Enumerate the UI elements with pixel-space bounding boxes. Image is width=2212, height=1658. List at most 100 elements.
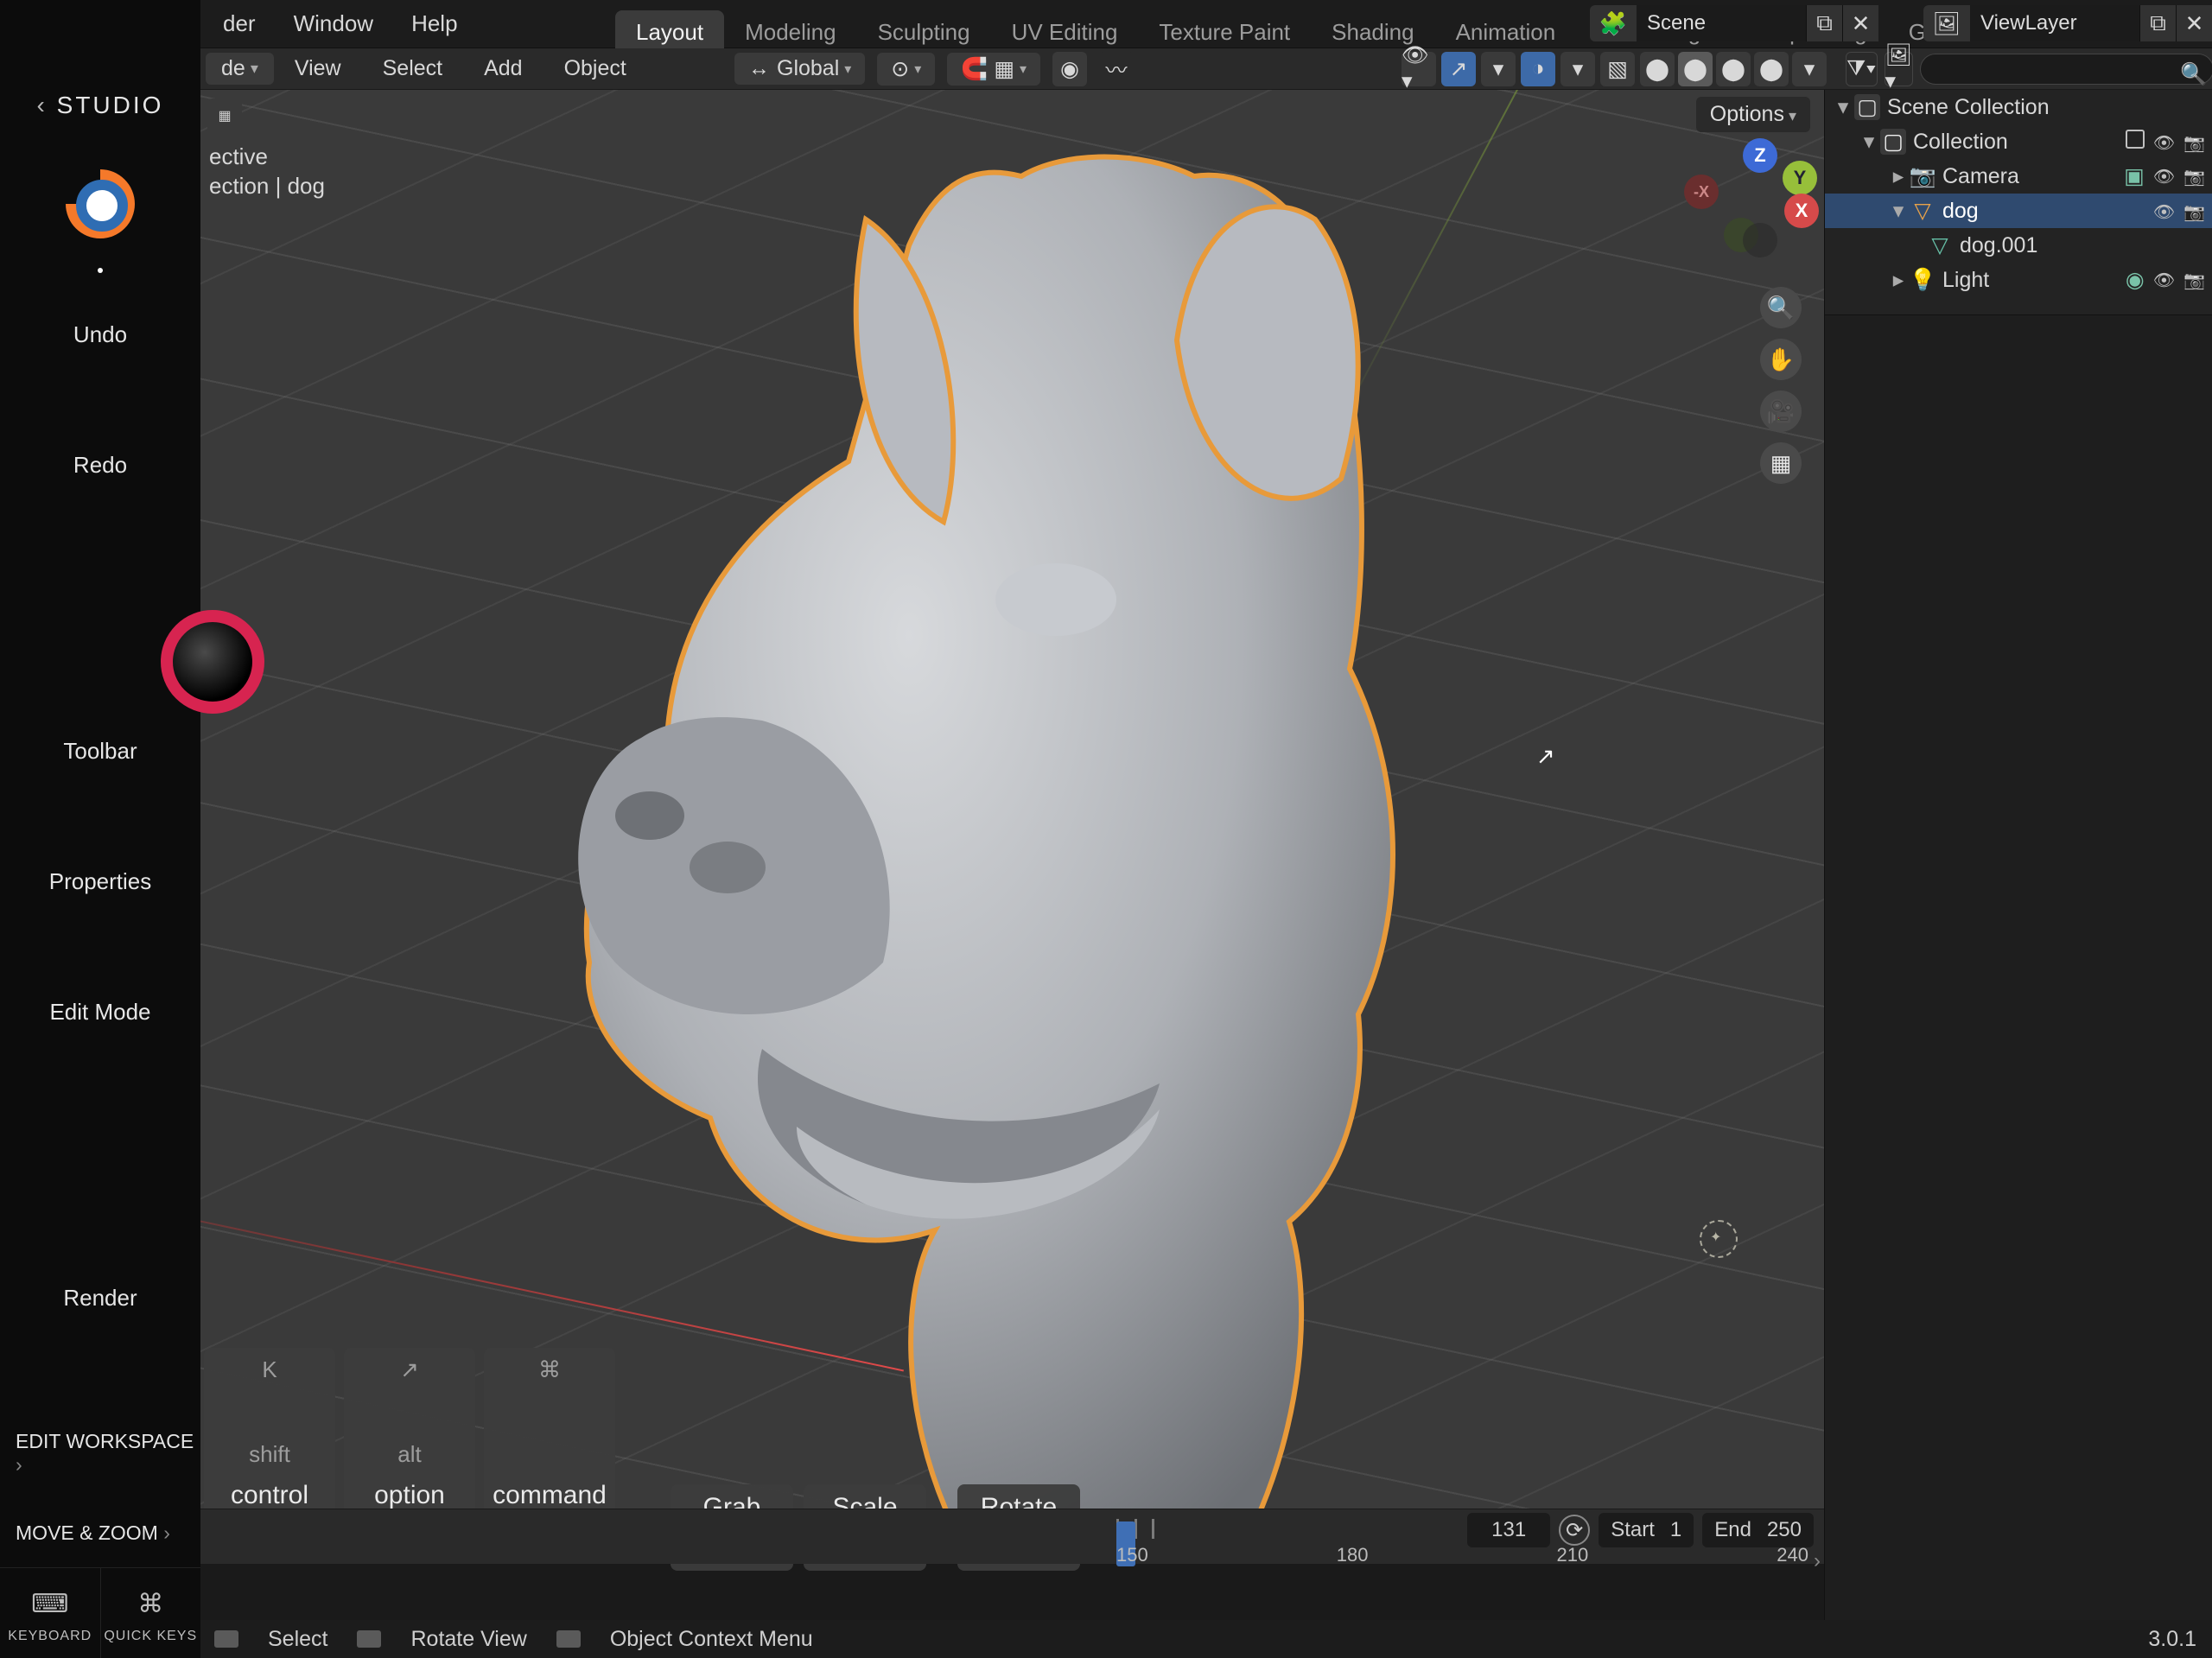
- outliner-collection[interactable]: ▾▢ Collection: [1825, 124, 2212, 159]
- menu-window[interactable]: Window: [275, 10, 392, 37]
- gizmo-dropdown-icon[interactable]: ▾: [1481, 52, 1516, 86]
- menu-der[interactable]: der: [204, 10, 275, 37]
- render-icon[interactable]: [2183, 163, 2205, 189]
- render-icon[interactable]: [2183, 267, 2205, 293]
- outliner-dog001[interactable]: ▽ dog.001: [1825, 228, 2212, 263]
- gizmo-neg-x-axis[interactable]: -X: [1684, 175, 1719, 209]
- hide-icon[interactable]: [2153, 199, 2175, 224]
- ortho-icon[interactable]: ▦: [1760, 442, 1802, 484]
- autokey-icon[interactable]: ⟳: [1559, 1515, 1590, 1546]
- start-frame[interactable]: Start1: [1599, 1513, 1694, 1547]
- render-icon[interactable]: [2183, 130, 2205, 155]
- orientation-dropdown[interactable]: ↔ Global: [734, 53, 865, 85]
- current-frame[interactable]: 131: [1467, 1513, 1550, 1547]
- scene-collection-icon: ▢: [1854, 94, 1880, 120]
- hide-icon[interactable]: [2153, 163, 2175, 189]
- move-zoom-link[interactable]: MOVE & ZOOM: [0, 1499, 200, 1567]
- sidebar-properties[interactable]: Properties: [49, 868, 152, 895]
- outliner-filter-icon[interactable]: ⧩▾: [1846, 52, 1878, 86]
- mesh-obj-icon: ▽: [1910, 198, 1936, 224]
- sidebar-undo[interactable]: Undo: [73, 321, 127, 348]
- proportional-curve-icon[interactable]: 〰: [1099, 52, 1134, 86]
- outliner-dog[interactable]: ▾▽ dog: [1825, 194, 2212, 228]
- viewlayer-browse-icon[interactable]: 🖼: [1923, 5, 1970, 41]
- editor-type-icon[interactable]: ▦: [207, 98, 242, 133]
- status-select: Select: [268, 1627, 327, 1652]
- gizmo-x-axis[interactable]: X: [1784, 194, 1819, 228]
- xray-icon[interactable]: ▧: [1600, 52, 1635, 86]
- outliner-scene-collection[interactable]: ▾▢ Scene Collection: [1825, 90, 2212, 124]
- dog-mesh-preview[interactable]: [537, 116, 1505, 1509]
- pivot-dropdown[interactable]: ⊙: [877, 53, 935, 86]
- keyboard-toggle[interactable]: ⌨KEYBOARD: [0, 1568, 101, 1658]
- gizmo-toggle-icon[interactable]: ↗: [1441, 52, 1476, 86]
- snap-dropdown[interactable]: 🧲 ▦: [947, 53, 1040, 86]
- outliner-light[interactable]: ▸💡 Light ◉: [1825, 263, 2212, 297]
- matprev-shading-icon[interactable]: ⬤: [1716, 52, 1751, 86]
- properties-panel[interactable]: [1825, 314, 2212, 1620]
- viewlayer-selector: 🖼 ⧉✕: [1923, 5, 2212, 41]
- search-icon: 🔍: [2180, 62, 2207, 87]
- render-icon[interactable]: [2183, 199, 2205, 224]
- exclude-checkbox[interactable]: [2126, 130, 2145, 149]
- menu-view[interactable]: View: [274, 56, 362, 81]
- quickkeys-toggle[interactable]: ⌘QUICK KEYS: [101, 1568, 201, 1658]
- hide-icon[interactable]: [2153, 267, 2175, 293]
- end-frame[interactable]: End250: [1702, 1513, 1814, 1547]
- outliner-display-icon[interactable]: 🖼▾: [1885, 52, 1914, 86]
- viewlayer-new-icon[interactable]: ⧉: [2139, 5, 2176, 41]
- gizmo-z-axis[interactable]: Z: [1743, 138, 1777, 173]
- menu-add[interactable]: Add: [463, 56, 543, 81]
- viewlayer-delete-icon[interactable]: ✕: [2176, 5, 2212, 41]
- menu-select[interactable]: Select: [362, 56, 463, 81]
- timeline[interactable]: 150 180 210 240 131 ⟳ Start1 End250 ›: [200, 1509, 1824, 1564]
- viewlayer-field[interactable]: [1970, 5, 2139, 41]
- light-gizmo-icon[interactable]: [1700, 1220, 1738, 1258]
- key-shift-control: K shift control: [204, 1348, 335, 1519]
- pan-icon[interactable]: ✋: [1760, 339, 1802, 380]
- sidebar-redo[interactable]: Redo: [73, 452, 127, 479]
- gizmo-neg-z-axis[interactable]: [1743, 223, 1777, 257]
- zoom-icon[interactable]: 🔍: [1760, 287, 1802, 328]
- rendered-shading-icon[interactable]: ⬤: [1754, 52, 1789, 86]
- mouse-cursor-icon: [1536, 743, 1555, 770]
- camera-data-icon: ▣: [2124, 163, 2145, 189]
- scene-browse-icon[interactable]: 🧩: [1590, 5, 1637, 41]
- edit-workspace-link[interactable]: EDIT WORKSPACE: [0, 1407, 200, 1499]
- menu-help[interactable]: Help: [392, 10, 476, 37]
- mouse-left-icon: [214, 1630, 238, 1648]
- mouse-middle-icon: [357, 1630, 381, 1648]
- shading-dropdown-icon[interactable]: ▾: [1792, 52, 1827, 86]
- menu-object[interactable]: Object: [543, 56, 647, 81]
- scene-delete-icon[interactable]: ✕: [1842, 5, 1878, 41]
- viewport-overlay-text: ective ection | dog: [209, 142, 325, 200]
- proportional-edit-icon[interactable]: ◉: [1052, 52, 1087, 86]
- scene-field[interactable]: [1637, 5, 1806, 41]
- outliner-search-input[interactable]: [1920, 54, 2212, 85]
- scene-new-icon[interactable]: ⧉: [1806, 5, 1842, 41]
- outliner-camera[interactable]: ▸📷 Camera ▣: [1825, 159, 2212, 194]
- hide-icon[interactable]: [2153, 130, 2175, 155]
- astropad-cursor-ring-icon: [161, 610, 264, 714]
- sidebar-render[interactable]: Render: [63, 1285, 137, 1312]
- viewport-options-dropdown[interactable]: Options: [1696, 97, 1810, 132]
- mode-dropdown[interactable]: de: [206, 53, 274, 85]
- gizmo-y-axis[interactable]: Y: [1783, 161, 1817, 195]
- 3d-viewport[interactable]: ▦ ective ection | dog Options: [200, 90, 1824, 1509]
- light-obj-icon: 💡: [1910, 267, 1936, 293]
- studio-back[interactable]: STUDIO: [0, 60, 200, 169]
- nav-gizmo[interactable]: Z Y X -X: [1703, 138, 1817, 252]
- shading-modes: ⬤ ⬤ ⬤ ⬤ ▾: [1640, 52, 1827, 86]
- overlay-dropdown-icon[interactable]: ▾: [1560, 52, 1595, 86]
- overlay-toggle-icon[interactable]: ◑: [1521, 52, 1555, 86]
- sidebar-toolbar[interactable]: Toolbar: [63, 738, 137, 765]
- mesh-data-icon: ▽: [1927, 232, 1953, 258]
- camera-obj-icon: 📷: [1910, 163, 1936, 189]
- outliner-camera-label: Camera: [1942, 164, 2019, 189]
- camera-icon[interactable]: 🎥: [1760, 391, 1802, 432]
- blender-logo-icon: [66, 169, 135, 238]
- solid-shading-icon[interactable]: ⬤: [1678, 52, 1713, 86]
- visibility-dropdown-icon[interactable]: 👁▾: [1402, 52, 1436, 86]
- sidebar-editmode[interactable]: Edit Mode: [49, 999, 150, 1026]
- wireframe-shading-icon[interactable]: ⬤: [1640, 52, 1675, 86]
